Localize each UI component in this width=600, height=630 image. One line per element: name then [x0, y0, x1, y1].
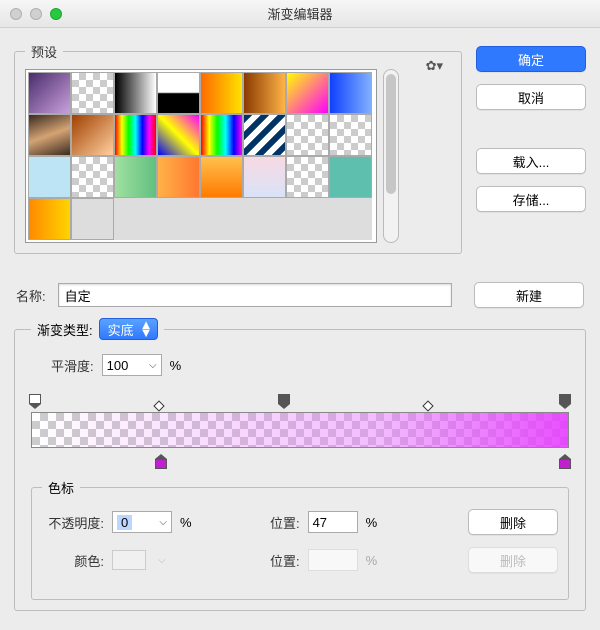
preset-swatch[interactable] [28, 72, 71, 114]
color-label: 颜色: [42, 551, 104, 570]
preset-swatch[interactable] [200, 72, 243, 114]
color-swatch [112, 550, 146, 570]
preset-empty [114, 198, 157, 240]
preset-swatch[interactable] [71, 198, 114, 240]
percent-label: % [170, 358, 182, 373]
percent-label: % [180, 515, 192, 530]
stops-group: 色标 不透明度: 0 ⌵ % 位置: 47 % 删除 颜色: ⌵ [31, 478, 569, 600]
midpoint-handle[interactable] [422, 400, 433, 411]
stops-legend: 色标 [42, 478, 80, 497]
gradient-editor-window: 渐变编辑器 预设 ✿▾ [0, 0, 600, 630]
opacity-stop[interactable] [559, 394, 571, 408]
preset-swatch[interactable] [71, 114, 114, 156]
preset-swatch[interactable] [243, 114, 286, 156]
ok-button[interactable]: 确定 [476, 46, 586, 72]
scrollbar-thumb[interactable] [386, 74, 396, 194]
preset-swatch[interactable] [329, 114, 372, 156]
preset-empty [200, 198, 243, 240]
preset-empty [243, 198, 286, 240]
location-label: 位置: [238, 513, 300, 532]
gear-icon[interactable]: ✿▾ [422, 58, 447, 74]
preset-swatches [25, 69, 377, 243]
preset-empty [329, 198, 372, 240]
presets-group: 预设 ✿▾ [14, 42, 462, 254]
preset-swatch[interactable] [329, 156, 372, 198]
gradient-editor-track [31, 394, 569, 468]
preset-swatch[interactable] [71, 72, 114, 114]
preset-swatch[interactable] [286, 156, 329, 198]
load-button[interactable]: 载入... [476, 148, 586, 174]
smoothness-label: 平滑度: [51, 356, 94, 375]
preset-swatch[interactable] [71, 156, 114, 198]
preset-scrollbar[interactable] [383, 69, 399, 243]
preset-swatch[interactable] [28, 198, 71, 240]
preset-swatch[interactable] [329, 72, 372, 114]
gradient-type-value: 实底 [108, 320, 134, 339]
preset-swatch[interactable] [157, 156, 200, 198]
chevron-down-icon: ⌵ [149, 360, 157, 371]
preset-swatch[interactable] [28, 156, 71, 198]
preset-swatch[interactable] [114, 72, 157, 114]
select-arrows-icon: ▲▼ [140, 321, 153, 337]
opacity-label: 不透明度: [42, 513, 104, 532]
opacity-stop[interactable] [29, 394, 41, 408]
gradient-type-legend: 渐变类型: 实底 ▲▼ [31, 318, 164, 340]
preset-empty [157, 198, 200, 240]
preset-swatch[interactable] [114, 114, 157, 156]
close-icon[interactable] [10, 8, 22, 20]
preset-swatch[interactable] [114, 156, 157, 198]
gradient-type-label: 渐变类型: [37, 320, 93, 339]
opacity-stop[interactable] [278, 394, 290, 408]
smoothness-value: 100 [107, 358, 129, 373]
preset-swatch[interactable] [200, 114, 243, 156]
location-value: 47 [313, 515, 327, 530]
opacity-input[interactable]: 0 ⌵ [112, 511, 172, 533]
preset-swatch[interactable] [286, 114, 329, 156]
delete-color-stop-button: 删除 [468, 547, 558, 573]
cancel-button[interactable]: 取消 [476, 84, 586, 110]
zoom-icon[interactable] [50, 8, 62, 20]
presets-legend: 预设 [25, 42, 63, 61]
delete-opacity-stop-button[interactable]: 删除 [468, 509, 558, 535]
gradient-type-group: 渐变类型: 实底 ▲▼ 平滑度: 100 ⌵ % 色标 [14, 318, 586, 611]
preset-swatch[interactable] [243, 156, 286, 198]
titlebar: 渐变编辑器 [0, 0, 600, 28]
percent-label: % [366, 515, 378, 530]
gradient-type-select[interactable]: 实底 ▲▼ [99, 318, 158, 340]
preset-swatch[interactable] [28, 114, 71, 156]
chevron-down-icon: ⌵ [159, 517, 167, 528]
preset-swatch[interactable] [157, 72, 200, 114]
preset-swatch[interactable] [286, 72, 329, 114]
smoothness-input[interactable]: 100 ⌵ [102, 354, 162, 376]
save-button[interactable]: 存储... [476, 186, 586, 212]
window-title: 渐变编辑器 [0, 4, 600, 23]
location2-label: 位置: [238, 551, 300, 570]
new-button[interactable]: 新建 [474, 282, 584, 308]
percent-label: % [366, 553, 378, 568]
color-stop[interactable] [155, 454, 167, 468]
opacity-value: 0 [117, 515, 132, 530]
minimize-icon[interactable] [30, 8, 42, 20]
preset-swatch[interactable] [243, 72, 286, 114]
midpoint-handle[interactable] [153, 400, 164, 411]
location-input[interactable]: 47 [308, 511, 358, 533]
window-controls [0, 8, 62, 20]
chevron-down-icon: ⌵ [154, 555, 170, 566]
preset-swatch[interactable] [200, 156, 243, 198]
name-input[interactable]: 自定 [58, 283, 452, 307]
preset-empty [286, 198, 329, 240]
gradient-preview-bar[interactable] [31, 412, 569, 448]
preset-swatch[interactable] [157, 114, 200, 156]
location2-input [308, 549, 358, 571]
name-label: 名称: [16, 286, 46, 305]
color-stop[interactable] [559, 454, 571, 468]
